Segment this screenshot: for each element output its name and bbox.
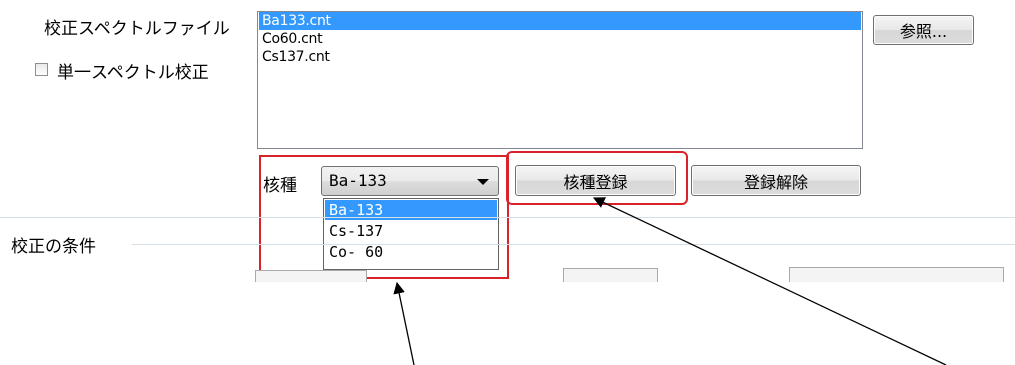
arrow-to-register-button bbox=[592, 197, 947, 365]
arrow-to-nuclide-box bbox=[393, 281, 415, 365]
annotation-arrows bbox=[393, 197, 947, 365]
